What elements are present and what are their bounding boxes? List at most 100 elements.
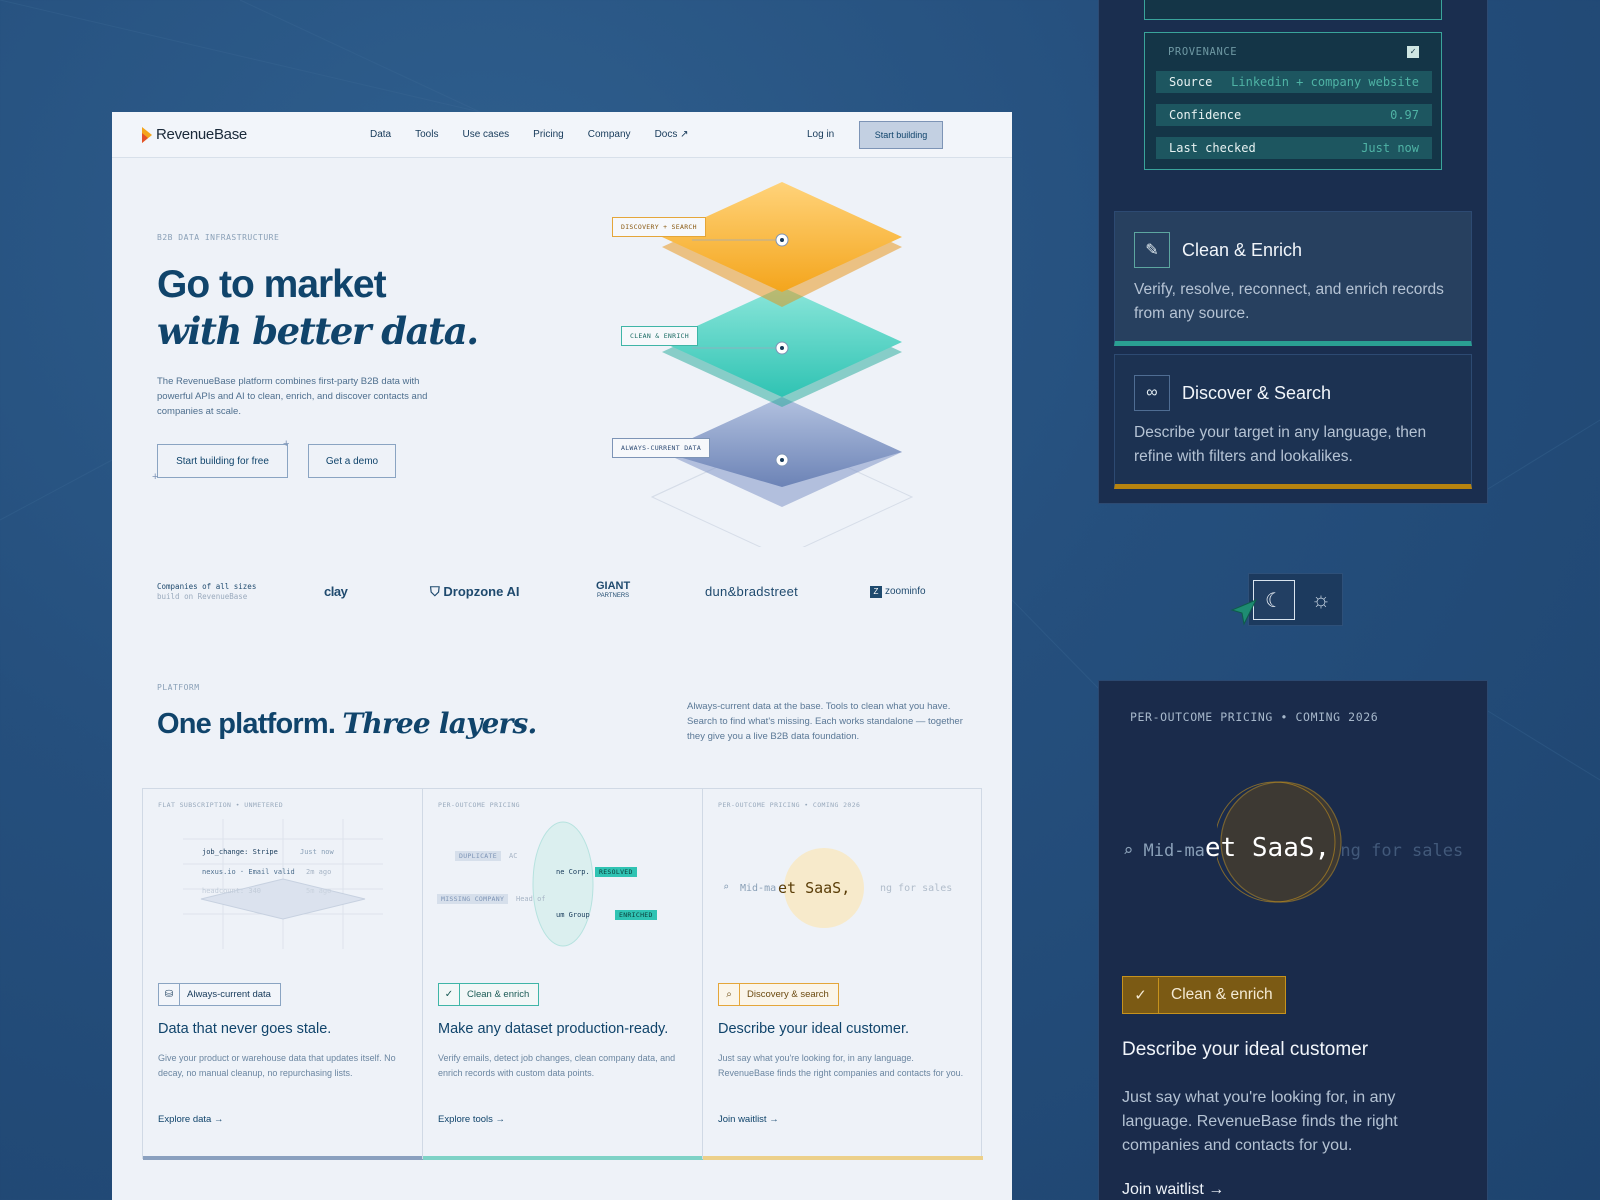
feature-text: Verify, resolve, reconnect, and enrich r…: [1134, 281, 1444, 322]
stack-label-search: DISCOVERY + SEARCH: [612, 217, 706, 237]
mock-time: 2m ago: [306, 868, 332, 876]
mock-time: Just now: [300, 848, 334, 856]
lens-graphic: [532, 821, 594, 947]
stack-label-enrich: CLEAN & ENRICH: [621, 326, 698, 346]
data-mock-grid: [183, 819, 383, 949]
binoculars-icon: ∞: [1134, 375, 1170, 411]
search-icon: ⌕: [1123, 841, 1134, 861]
card-title: Describe your ideal customer.: [718, 1021, 909, 1037]
platform-description: Always-current data at the base. Tools t…: [687, 701, 963, 742]
badge-discovery-search: ⌕ Discovery & search: [718, 983, 839, 1006]
card-text: Just say what you're looking for, in any…: [718, 1053, 964, 1078]
corner-plus-icon: +: [283, 438, 290, 450]
mock-text: headcount: 340: [202, 887, 262, 895]
mock-text: Mid-ma: [740, 883, 777, 894]
check-circle-icon: ✓: [1123, 977, 1159, 1013]
resolved-tag: RESOLVED: [595, 867, 637, 877]
nav-link-docs[interactable]: Docs ↗: [655, 129, 689, 140]
platform-title-italic: Three layers.: [342, 707, 537, 740]
search-icon: ⌕: [719, 984, 740, 1005]
broom-icon: ✎: [1134, 232, 1170, 268]
theme-toggle[interactable]: ☾ ☼: [1248, 573, 1343, 626]
start-building-free-button[interactable]: Start building for free: [157, 444, 288, 478]
provenance-row-confidence: Confidence 0.97: [1156, 104, 1432, 126]
platform-eyebrow: PLATFORM: [157, 683, 200, 692]
card-title: Data that never goes stale.: [158, 1021, 332, 1037]
nav-link-company[interactable]: Company: [588, 129, 631, 140]
mock-text: nexus.io · Email valid: [202, 868, 295, 876]
badge-label: Discovery & search: [747, 989, 829, 1000]
badge-clean-enrich: ✓ Clean & enrich: [438, 983, 540, 1006]
platform-cards: FLAT SUBSCRIPTION • UNMETERED job_change…: [142, 788, 983, 1160]
card-eyebrow: FLAT SUBSCRIPTION • UNMETERED: [158, 801, 284, 809]
duplicate-tag: DUPLICATE: [455, 851, 501, 861]
nav-links: Data Tools Use cases Pricing Company Doc…: [370, 129, 689, 140]
logo-zoominfo-text: zoominfo: [885, 586, 926, 597]
enriched-tag: ENRICHED: [615, 910, 657, 920]
check-circle-icon: ✓: [439, 984, 460, 1005]
login-link[interactable]: Log in: [807, 129, 834, 140]
provenance-card: PROVENANCE ✓ Source Linkedin + company w…: [1144, 32, 1442, 170]
mock-text: Head of: [516, 895, 546, 903]
mock-text: job_change: Stripe: [202, 848, 278, 856]
nav-link-data[interactable]: Data: [370, 129, 391, 140]
brand-logo[interactable]: RevenueBase: [142, 126, 247, 143]
logo-clay: clay: [324, 584, 348, 599]
missing-company-tag: MISSING COMPANY: [437, 894, 509, 904]
hero-title-line1: Go to market: [157, 263, 387, 306]
database-icon: ⛁: [159, 984, 180, 1005]
mock-text: um Group: [556, 911, 590, 919]
mock-text: ne Corp.: [556, 868, 590, 876]
hero-title: Go to market with better data.: [157, 262, 479, 354]
platform-title-plain: One platform.: [157, 708, 343, 740]
explore-data-link[interactable]: Explore data →: [158, 1114, 223, 1125]
start-building-button[interactable]: Start building: [859, 121, 943, 149]
platform-title: One platform. Three layers.: [157, 707, 537, 741]
nav-link-use-cases[interactable]: Use cases: [462, 129, 509, 140]
join-waitlist-link[interactable]: Join waitlist →: [718, 1114, 779, 1125]
checkbox-icon[interactable]: ✓: [1407, 46, 1419, 58]
feature-title: Discover & Search: [1182, 383, 1332, 403]
join-waitlist-link[interactable]: Join waitlist →: [1122, 1181, 1224, 1199]
logo-dropzone-text: Dropzone AI: [443, 584, 520, 599]
card-accent-bar: [143, 1156, 423, 1160]
pricing-panel: PER-OUTCOME PRICING • COMING 2026 ⌕ Mid-…: [1098, 680, 1488, 1200]
logo-partners-text: PARTNERS: [597, 593, 630, 599]
nav-link-tools[interactable]: Tools: [415, 129, 438, 140]
clean-enrich-badge[interactable]: ✓ Clean & enrich: [1122, 976, 1286, 1014]
mock-text: AC: [509, 852, 518, 860]
card-text: Verify emails, detect job changes, clean…: [438, 1053, 676, 1078]
mock-text: ng for sales: [880, 883, 953, 894]
feature-clean-enrich[interactable]: ✎ Clean & Enrich Verify, resolve, reconn…: [1114, 211, 1472, 346]
search-focus: et SaaS,: [1204, 833, 1331, 863]
row-value: Linkedin + company website: [1231, 75, 1419, 89]
card-text: Give your product or warehouse data that…: [158, 1053, 396, 1078]
card-eyebrow: PER-OUTCOME PRICING: [438, 801, 520, 809]
previous-card-edge: [1144, 0, 1442, 20]
provenance-row-last-checked: Last checked Just now: [1156, 137, 1432, 159]
get-demo-button[interactable]: Get a demo: [308, 444, 396, 478]
explore-tools-link[interactable]: Explore tools →: [438, 1114, 505, 1125]
zoominfo-mark-icon: Z: [870, 586, 882, 598]
corner-plus-icon: +: [152, 471, 159, 483]
pricing-search: ⌕ Mid-maet SaaS, ng for sales: [1123, 833, 1463, 863]
provenance-header: PROVENANCE: [1168, 46, 1238, 58]
card-accent-bar: [703, 1156, 983, 1160]
brand-name: RevenueBase: [156, 126, 247, 143]
logo-dun-bradstreet: dun&bradstreet: [705, 584, 799, 599]
logos-caption: Companies of all sizes build on RevenueB…: [157, 582, 256, 602]
feature-discover-search[interactable]: ∞ Discover & Search Describe your target…: [1114, 354, 1472, 489]
pricing-title: Describe your ideal customer: [1122, 1039, 1369, 1060]
card-search: PER-OUTCOME PRICING • COMING 2026 ⌕ Mid-…: [702, 789, 983, 1160]
row-value: Just now: [1361, 141, 1419, 155]
badge-label: Clean & enrich: [1171, 986, 1273, 1003]
hero-eyebrow: B2B DATA INFRASTRUCTURE: [157, 233, 280, 242]
badge-label: Clean & enrich: [467, 989, 530, 1000]
badge-label: Always-current data: [187, 989, 271, 1000]
landing-page: RevenueBase Data Tools Use cases Pricing…: [112, 112, 1012, 1200]
nav-link-pricing[interactable]: Pricing: [533, 129, 564, 140]
provenance-row-source: Source Linkedin + company website: [1156, 71, 1432, 93]
search-icon: ⌕: [723, 882, 730, 893]
logo-mark-icon: [142, 126, 152, 143]
sun-icon[interactable]: ☼: [1301, 580, 1341, 620]
